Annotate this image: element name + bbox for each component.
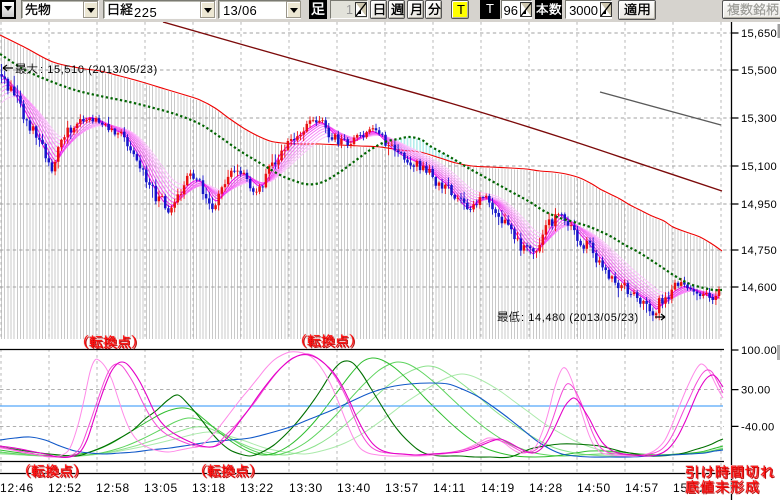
svg-text:14:50: 14:50	[577, 481, 611, 495]
svg-text:30.00: 30.00	[741, 385, 771, 397]
svg-text:13:57: 13:57	[385, 481, 419, 495]
svg-text:13:22: 13:22	[240, 481, 274, 495]
svg-text:13:30: 13:30	[289, 481, 323, 495]
svg-text:13:18: 13:18	[192, 481, 226, 495]
svg-text:14:28: 14:28	[529, 481, 563, 495]
svg-text:13:05: 13:05	[144, 481, 178, 495]
svg-text:14:11: 14:11	[433, 481, 466, 495]
svg-text:14:57: 14:57	[625, 481, 659, 495]
svg-text:15,500: 15,500	[741, 65, 777, 77]
svg-text:12:52: 12:52	[48, 481, 82, 495]
svg-text:14:19: 14:19	[481, 481, 515, 495]
svg-text:13:40: 13:40	[337, 481, 371, 495]
svg-text:12:46: 12:46	[0, 481, 34, 495]
svg-text:: 14,480 (2013/05/23): : 14,480 (2013/05/23)	[521, 312, 639, 324]
svg-text:14,750: 14,750	[741, 245, 777, 257]
svg-text:100.00: 100.00	[741, 345, 777, 357]
svg-text:14,950: 14,950	[741, 199, 777, 211]
svg-text:15,650: 15,650	[741, 28, 777, 40]
svg-text:: 15,510 (2013/05/23): : 15,510 (2013/05/23)	[40, 64, 158, 76]
svg-text:14,600: 14,600	[741, 282, 777, 294]
svg-text:12:58: 12:58	[96, 481, 130, 495]
svg-text:-40.00: -40.00	[741, 421, 775, 433]
svg-text:15,300: 15,300	[741, 113, 777, 125]
svg-text:15,100: 15,100	[741, 161, 777, 173]
